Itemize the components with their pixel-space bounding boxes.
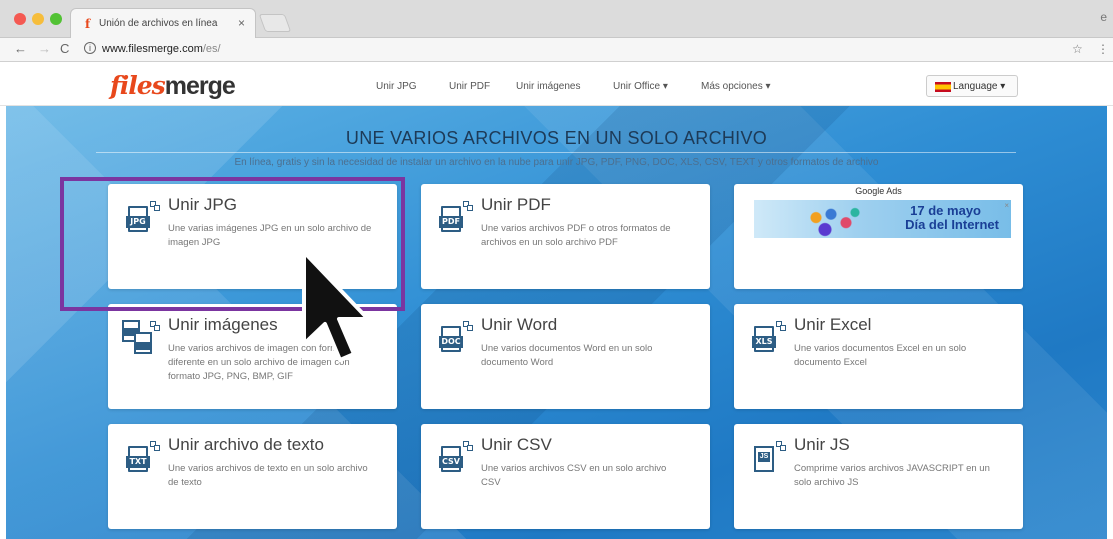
new-tab-button[interactable] bbox=[258, 14, 292, 32]
browser-tab-bar: f Unión de archivos en línea × e bbox=[0, 0, 1113, 38]
card-title: Unir JS bbox=[794, 435, 850, 454]
window-maximize-button[interactable] bbox=[50, 13, 62, 25]
card-description: Une varios archivos CSV en un solo archi… bbox=[481, 463, 667, 488]
merge-icon bbox=[150, 441, 161, 452]
card-title: Unir imágenes bbox=[168, 315, 278, 334]
url-host: www.filesmerge.com bbox=[102, 43, 203, 55]
csv-file-icon: CSV bbox=[439, 446, 463, 474]
favicon-icon: f bbox=[85, 17, 91, 31]
url-path: /es/ bbox=[202, 43, 221, 55]
merge-icon bbox=[463, 441, 474, 452]
doc-file-icon: DOC bbox=[439, 326, 463, 354]
ad-subheadline: Día del Internet bbox=[905, 217, 999, 232]
js-file-icon: JS bbox=[752, 446, 776, 474]
language-button[interactable]: Language ▾ bbox=[926, 75, 1018, 97]
card-unir-texto[interactable]: TXT Unir archivo de texto Une varios arc… bbox=[108, 424, 397, 529]
language-label: Language ▾ bbox=[953, 81, 1006, 92]
window-minimize-button[interactable] bbox=[32, 13, 44, 25]
nav-mas-opciones[interactable]: Más opciones ▾ bbox=[701, 81, 771, 92]
card-description: Une varios archivos de texto en un solo … bbox=[168, 463, 368, 488]
ad-card: Google Ads 17 de mayo Día del Internet × bbox=[734, 184, 1023, 289]
site-header: filesmerge Unir JPG Unir PDF Unir imágen… bbox=[0, 62, 1113, 106]
pdf-file-icon: PDF bbox=[439, 206, 463, 234]
card-title: Unir Word bbox=[481, 315, 558, 334]
card-description: Comprime varios archivos JAVASCRIPT en u… bbox=[794, 463, 990, 488]
merge-icon bbox=[150, 321, 161, 332]
site-logo[interactable]: filesmerge bbox=[110, 71, 236, 101]
images-file-icon bbox=[122, 320, 152, 354]
site-info-icon[interactable]: i bbox=[84, 42, 96, 54]
card-unir-excel[interactable]: XLS Unir Excel Une varios documentos Exc… bbox=[734, 304, 1023, 409]
card-title: Unir Excel bbox=[794, 315, 872, 334]
url-input[interactable]: i www.filesmerge.com/es/ bbox=[80, 41, 1065, 59]
card-description: Une varios documentos Word en un solo do… bbox=[481, 343, 653, 368]
xls-file-icon: XLS bbox=[752, 326, 776, 354]
ad-headline: 17 de mayo bbox=[910, 203, 981, 218]
tab-title: Unión de archivos en línea bbox=[99, 18, 218, 29]
card-description: Une varios documentos Excel en un solo d… bbox=[794, 343, 967, 368]
window-close-button[interactable] bbox=[14, 13, 26, 25]
ad-banner[interactable]: 17 de mayo Día del Internet × bbox=[754, 200, 1011, 238]
browser-tab[interactable]: f Unión de archivos en línea × bbox=[70, 8, 256, 38]
card-unir-js[interactable]: JS Unir JS Comprime varios archivos JAVA… bbox=[734, 424, 1023, 529]
reload-icon[interactable]: C bbox=[60, 41, 69, 56]
nav-unir-office[interactable]: Unir Office ▾ bbox=[613, 81, 668, 92]
back-icon[interactable]: ← bbox=[14, 41, 27, 56]
address-bar: ← → C i www.filesmerge.com/es/ ☆ ⋮ bbox=[0, 38, 1113, 62]
card-title: Unir PDF bbox=[481, 195, 551, 214]
card-unir-csv[interactable]: CSV Unir CSV Une varios archivos CSV en … bbox=[421, 424, 710, 529]
card-unir-pdf[interactable]: PDF Unir PDF Une varios archivos PDF o o… bbox=[421, 184, 710, 289]
hero-title: UNE VARIOS ARCHIVOS EN UN SOLO ARCHIVO bbox=[345, 128, 768, 148]
txt-file-icon: TXT bbox=[126, 446, 150, 474]
merge-icon bbox=[463, 201, 474, 212]
card-title: Unir CSV bbox=[481, 435, 552, 454]
url-text: www.filesmerge.com/es/ bbox=[102, 43, 221, 55]
logo-part-files: files bbox=[110, 71, 166, 100]
merge-icon bbox=[463, 321, 474, 332]
hero-subtitle: En línea, gratis y sin la necesidad de i… bbox=[234, 157, 879, 168]
nav-unir-imagenes[interactable]: Unir imágenes bbox=[516, 81, 580, 92]
browser-menu-icon[interactable]: ⋮ bbox=[1097, 42, 1109, 56]
forward-icon[interactable]: → bbox=[38, 41, 51, 56]
hero-divider bbox=[96, 152, 1016, 153]
merge-icon bbox=[776, 441, 787, 452]
merge-icon bbox=[776, 321, 787, 332]
ad-figures-image bbox=[804, 204, 864, 238]
hero-section: UNE VARIOS ARCHIVOS EN UN SOLO ARCHIVO E… bbox=[6, 106, 1107, 539]
profile-icon[interactable]: e bbox=[1100, 10, 1107, 24]
card-title: Unir archivo de texto bbox=[168, 435, 324, 454]
bookmark-star-icon[interactable]: ☆ bbox=[1072, 42, 1083, 56]
ad-label: Google Ads bbox=[855, 186, 902, 196]
nav-unir-pdf[interactable]: Unir PDF bbox=[449, 81, 490, 92]
card-description: Une varios archivos PDF o otros formatos… bbox=[481, 223, 671, 248]
nav-unir-jpg[interactable]: Unir JPG bbox=[376, 81, 417, 92]
tab-close-icon[interactable]: × bbox=[238, 16, 245, 30]
spain-flag-icon bbox=[935, 82, 951, 92]
logo-part-merge: merge bbox=[164, 72, 236, 100]
ad-close-icon[interactable]: × bbox=[1004, 201, 1009, 210]
pointer-cursor-icon bbox=[302, 250, 370, 362]
card-unir-word[interactable]: DOC Unir Word Une varios documentos Word… bbox=[421, 304, 710, 409]
